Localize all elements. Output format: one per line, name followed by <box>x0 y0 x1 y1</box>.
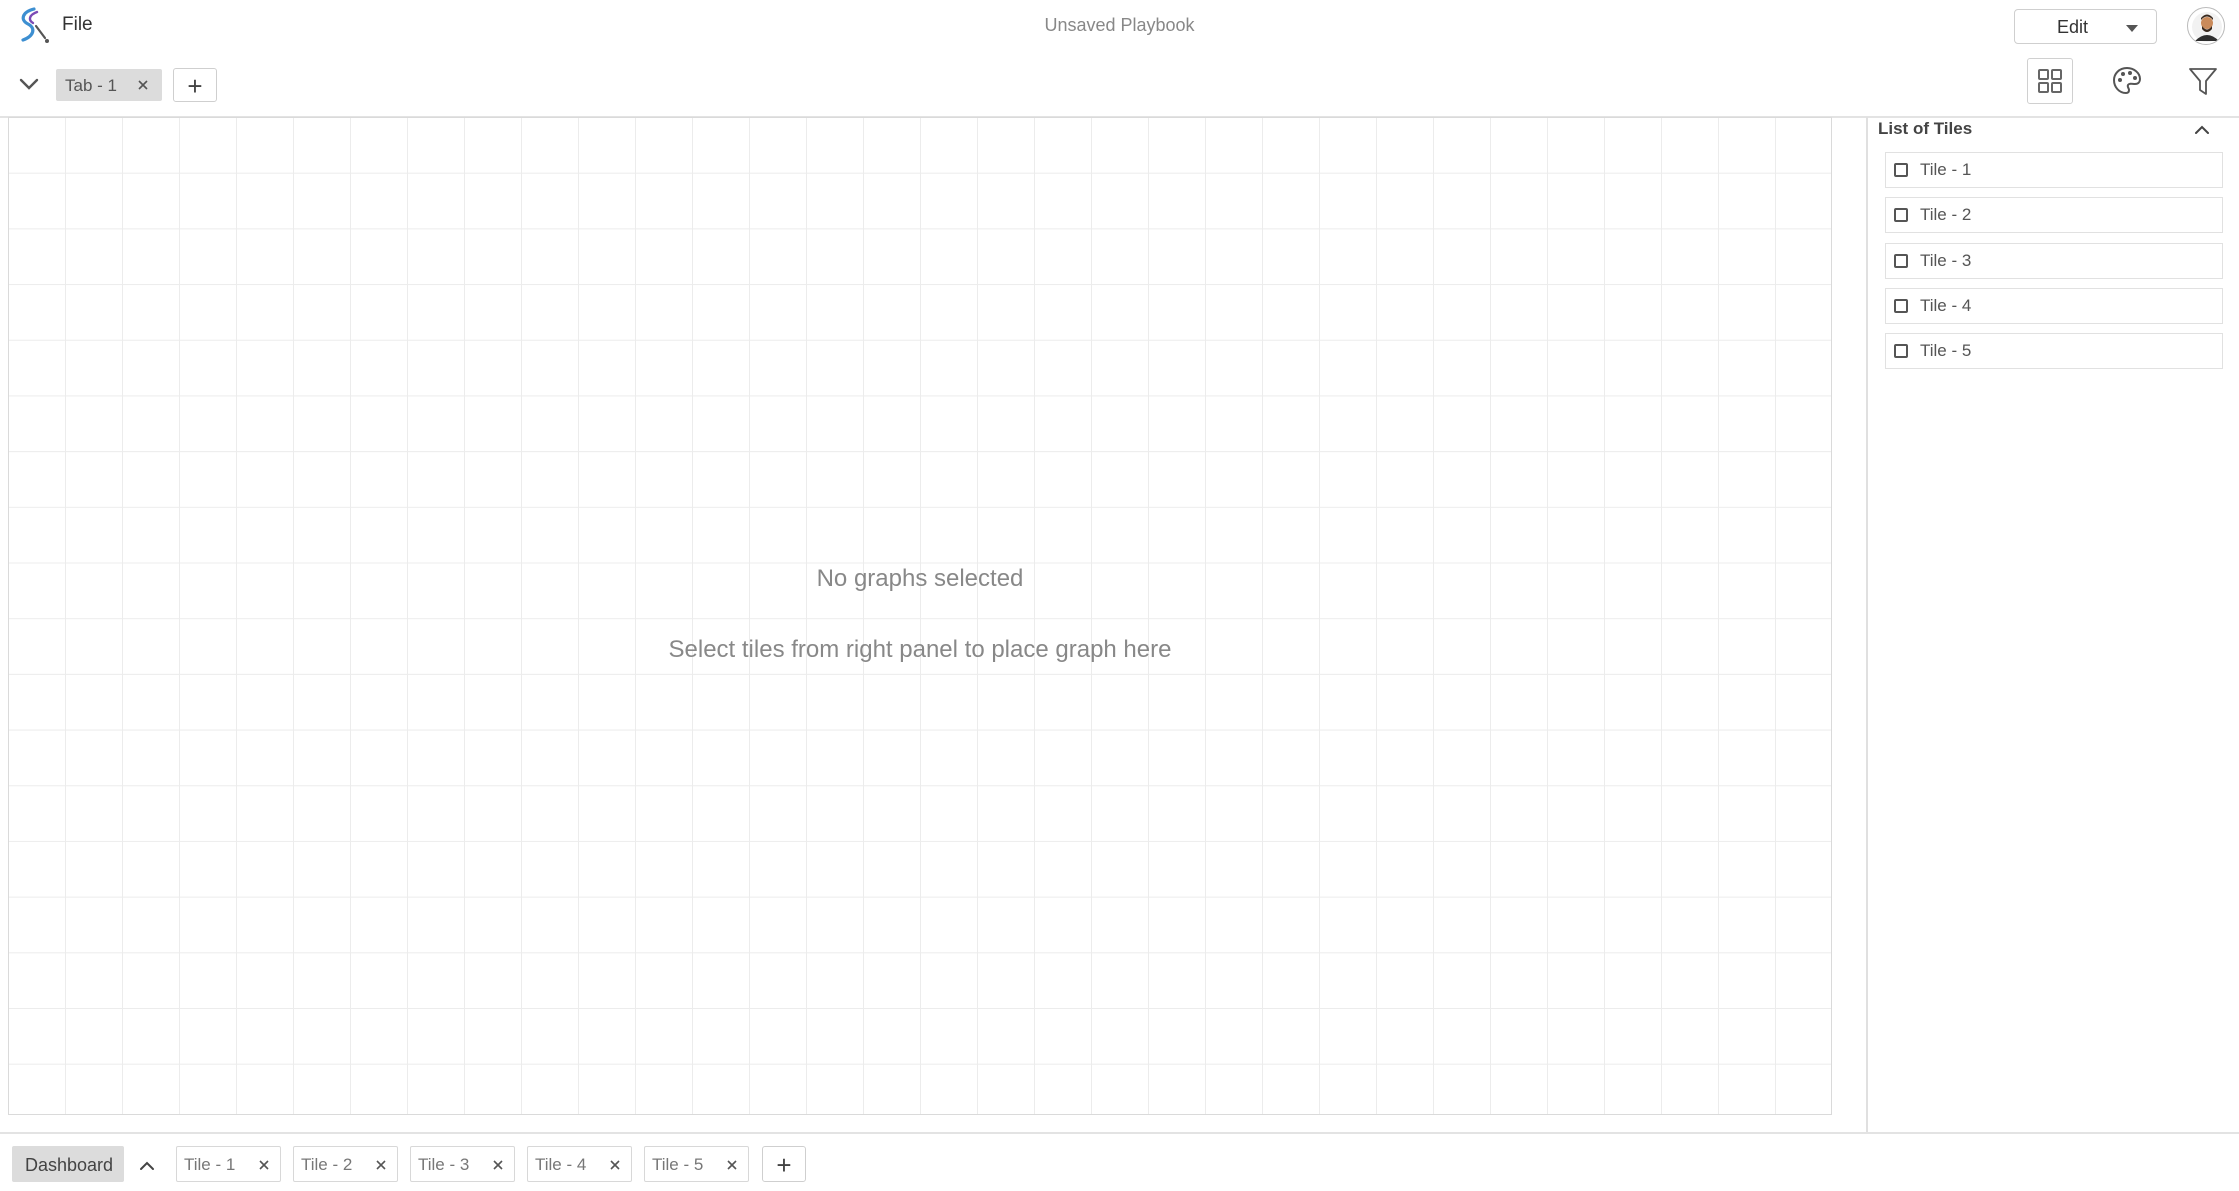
empty-state-title: No graphs selected <box>816 565 1024 592</box>
layout-grid-button[interactable] <box>2027 58 2073 104</box>
plus-icon: + <box>776 1150 792 1180</box>
file-menu[interactable]: File <box>62 14 93 36</box>
filter-button[interactable] <box>2180 58 2226 104</box>
plus-icon: + <box>187 71 203 101</box>
add-tile-button[interactable]: + <box>762 1146 806 1182</box>
mode-dropdown[interactable]: Edit <box>2014 9 2157 44</box>
bottom-tile-tab-5[interactable]: Tile - 5 <box>644 1146 749 1182</box>
tile-list-item-1[interactable]: Tile - 1 <box>1885 152 2223 188</box>
filter-icon <box>2189 68 2217 95</box>
bottom-tile-label: Tile - 1 <box>184 1155 236 1174</box>
tile-list: Tile - 1 Tile - 2 Tile - 3 Tile - 4 Tile… <box>1885 152 2223 378</box>
tile-checkbox[interactable] <box>1894 163 1908 177</box>
close-icon[interactable] <box>608 1158 622 1172</box>
empty-state-subtitle: Select tiles from right panel to place g… <box>668 636 1172 663</box>
mode-dropdown-label: Edit <box>2057 17 2089 37</box>
tile-list-item-2[interactable]: Tile - 2 <box>1885 197 2223 234</box>
caret-down-icon <box>2126 25 2138 32</box>
tile-list-item-5[interactable]: Tile - 5 <box>1885 333 2223 370</box>
close-icon[interactable] <box>136 78 150 92</box>
user-avatar-icon[interactable] <box>2187 7 2225 45</box>
tile-checkbox[interactable] <box>1894 344 1908 359</box>
bottom-tile-label: Tile - 4 <box>535 1155 587 1174</box>
chevron-up-icon[interactable] <box>2194 123 2210 135</box>
bottom-tile-label: Tile - 3 <box>418 1155 470 1174</box>
theme-palette-button[interactable] <box>2104 58 2150 104</box>
top-bar: File Unsaved Playbook Edit <box>0 0 2239 54</box>
chevron-down-icon[interactable] <box>18 76 40 92</box>
tile-list-item-label: Tile - 2 <box>1920 205 1972 225</box>
bottom-tile-tab-1[interactable]: Tile - 1 <box>176 1146 281 1182</box>
tile-list-item-label: Tile - 3 <box>1920 250 1972 270</box>
tab-row: Tab - 1 + <box>0 54 2239 116</box>
tile-list-item-label: Tile - 4 <box>1920 295 1972 315</box>
palette-icon <box>2112 66 2142 95</box>
tile-list-item-label: Tile - 5 <box>1920 341 1972 361</box>
add-tab-button[interactable]: + <box>173 68 217 102</box>
tile-checkbox[interactable] <box>1894 208 1908 223</box>
close-icon[interactable] <box>257 1158 271 1172</box>
playbook-title: Unsaved Playbook <box>1044 15 1195 35</box>
tab-1[interactable]: Tab - 1 <box>56 69 162 101</box>
tiles-panel-title: List of Tiles <box>1878 119 1973 138</box>
dashboard-tab-label: Dashboard <box>25 1155 114 1175</box>
app-logo-icon[interactable] <box>14 6 50 44</box>
tile-list-item-4[interactable]: Tile - 4 <box>1885 287 2223 324</box>
bottom-tile-label: Tile - 5 <box>652 1155 704 1174</box>
tile-list-item-3[interactable]: Tile - 3 <box>1885 242 2223 279</box>
dashboard-canvas[interactable]: No graphs selected Select tiles from rig… <box>8 117 1832 1115</box>
tile-list-item-label: Tile - 1 <box>1920 160 1972 179</box>
bottom-tile-label: Tile - 2 <box>301 1155 353 1174</box>
tile-checkbox[interactable] <box>1894 298 1908 313</box>
tile-checkbox[interactable] <box>1894 253 1908 268</box>
tab-label: Tab - 1 <box>65 76 117 95</box>
dashboard-tab[interactable]: Dashboard <box>12 1146 124 1182</box>
close-icon[interactable] <box>374 1158 388 1172</box>
layout-grid-icon <box>2038 69 2062 93</box>
close-icon[interactable] <box>491 1158 505 1172</box>
tiles-panel: List of Tiles Tile - 1 Tile - 2 Tile - 3… <box>1868 117 2239 1133</box>
chevron-up-icon[interactable] <box>139 1158 155 1170</box>
bottom-tile-tab-3[interactable]: Tile - 3 <box>410 1146 515 1182</box>
bottom-bar: Dashboard Tile - 1 Tile - 2 Tile - 3 Til… <box>0 1134 2239 1191</box>
bottom-tile-tab-4[interactable]: Tile - 4 <box>527 1146 632 1182</box>
close-icon[interactable] <box>725 1158 739 1172</box>
bottom-tile-tab-2[interactable]: Tile - 2 <box>293 1146 398 1182</box>
